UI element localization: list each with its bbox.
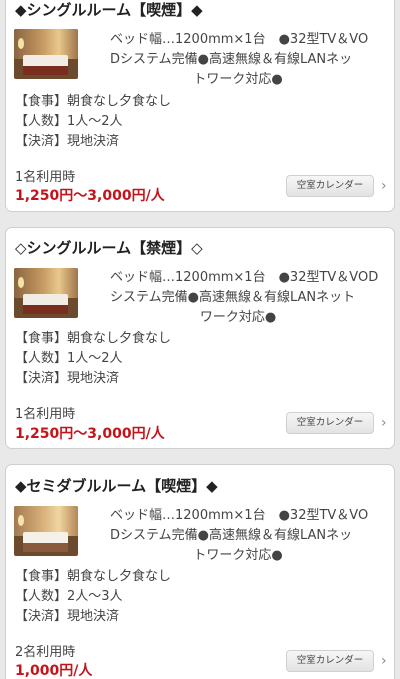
usage-label: 1名利用時: [15, 170, 76, 185]
chevron-right-icon[interactable]: ›: [381, 654, 389, 668]
chevron-right-icon[interactable]: ›: [381, 416, 389, 430]
people-info: 【人数】2人～3人: [15, 589, 123, 604]
room-title: ◇シングルルーム【禁煙】◇: [15, 239, 203, 257]
room-description: ベッド幅…1200mm×1台 ●32型TV＆VO Dシステム完備●高速無線＆有線…: [110, 32, 369, 87]
meal-info: 【食事】朝食なし夕食なし: [15, 569, 172, 584]
chevron-right-icon[interactable]: ›: [381, 179, 389, 193]
people-info: 【人数】1人～2人: [15, 114, 123, 129]
room-description: ベッド幅…1200mm×1台 ●32型TV＆VO Dシステム完備●高速無線＆有線…: [110, 508, 369, 563]
room-photo[interactable]: [14, 29, 78, 79]
payment-info: 【決済】現地決済: [15, 609, 120, 624]
room-photo[interactable]: [14, 268, 78, 318]
payment-info: 【決済】現地決済: [15, 371, 120, 386]
room-info: 【食事】朝食なし夕食なし 【人数】1人～2人 【決済】現地決済: [15, 92, 171, 152]
meal-info: 【食事】朝食なし夕食なし: [15, 331, 172, 346]
room-card[interactable]: ◆シングルルーム【喫煙】◆ ベッド幅…1200mm×1台 ●32型TV＆VO D…: [5, 0, 395, 212]
room-info: 【食事】朝食なし夕食なし 【人数】1人～2人 【決済】現地決済: [15, 329, 171, 389]
price-label: 1,000円/人: [15, 663, 93, 679]
room-title: ◆セミダブルルーム【喫煙】◆: [15, 477, 218, 495]
usage-label: 2名利用時: [15, 645, 76, 660]
vacancy-calendar-button[interactable]: 空室カレンダー: [286, 175, 374, 197]
room-photo[interactable]: [14, 506, 78, 556]
vacancy-calendar-button[interactable]: 空室カレンダー: [286, 412, 374, 434]
room-description: ベッド幅…1200mm×1台 ●32型TV＆VOD システム完備●高速無線＆有線…: [110, 270, 379, 325]
vacancy-calendar-button[interactable]: 空室カレンダー: [286, 650, 374, 672]
room-card[interactable]: ◇シングルルーム【禁煙】◇ ベッド幅…1200mm×1台 ●32型TV＆VOD …: [5, 227, 395, 449]
room-title: ◆シングルルーム【喫煙】◆: [15, 1, 203, 19]
price-label: 1,250円～3,000円/人: [15, 426, 165, 442]
people-info: 【人数】1人～2人: [15, 351, 123, 366]
payment-info: 【決済】現地決済: [15, 134, 120, 149]
meal-info: 【食事】朝食なし夕食なし: [15, 94, 172, 109]
room-info: 【食事】朝食なし夕食なし 【人数】2人～3人 【決済】現地決済: [15, 567, 171, 627]
room-card[interactable]: ◆セミダブルルーム【喫煙】◆ ベッド幅…1200mm×1台 ●32型TV＆VO …: [5, 464, 395, 679]
price-label: 1,250円～3,000円/人: [15, 188, 165, 204]
usage-label: 1名利用時: [15, 407, 76, 422]
